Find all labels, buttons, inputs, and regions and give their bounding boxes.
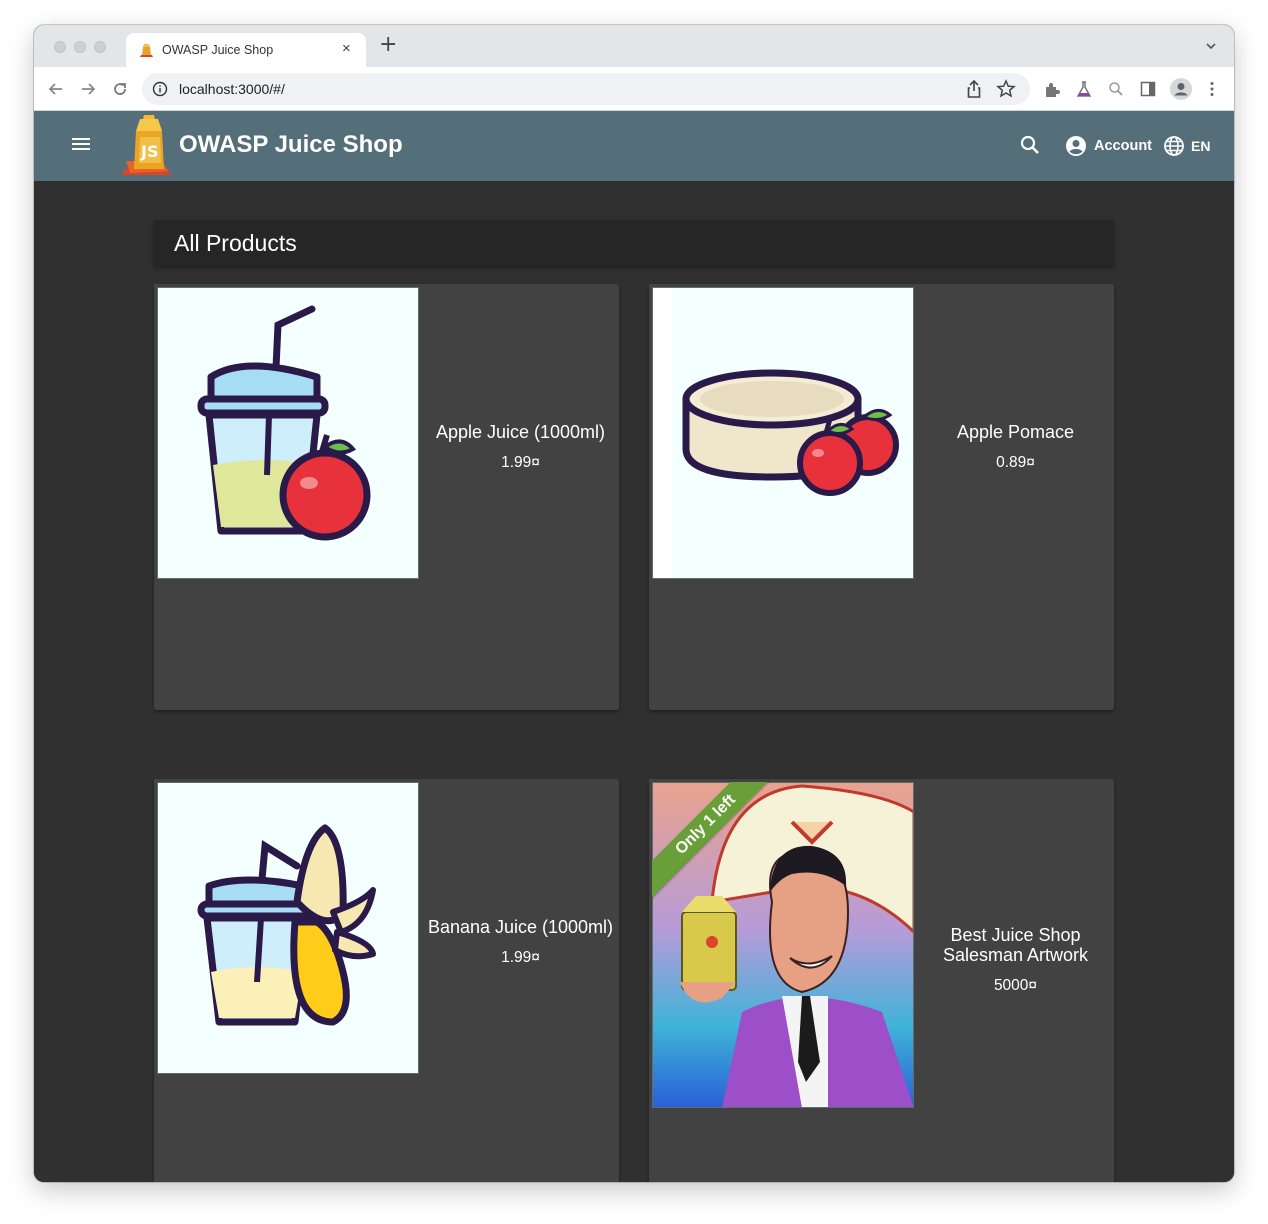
app-title[interactable]: OWASP Juice Shop (179, 131, 403, 159)
new-tab-button[interactable]: + (379, 34, 397, 56)
side-panel-icon[interactable] (1138, 79, 1158, 99)
product-card[interactable]: Banana Juice (1000ml) 1.99¤ (154, 779, 619, 1182)
language-button[interactable]: EN (1162, 132, 1210, 160)
bookmark-star-icon[interactable] (996, 79, 1016, 99)
reload-icon[interactable] (110, 79, 130, 99)
juice-shop-favicon-icon (140, 44, 153, 57)
banana-juice-icon (197, 824, 376, 1026)
product-price: 5000¤ (993, 977, 1038, 994)
back-arrow-icon[interactable] (46, 79, 66, 99)
product-price: 1.99¤ (501, 949, 540, 966)
app-header: JS OWASP Juice Shop Account EN (34, 111, 1234, 181)
forward-arrow-icon[interactable] (78, 79, 98, 99)
product-info: Best Juice Shop Salesman Artwork 5000¤ (917, 925, 1114, 995)
product-info: Apple Pomace 0.89¤ (917, 422, 1114, 472)
product-card[interactable]: Only 1 left Best Juice Shop Salesman Art… (649, 779, 1114, 1182)
profile-avatar-icon[interactable] (1169, 77, 1193, 101)
product-card[interactable]: Apple Juice (1000ml) 1.99¤ (154, 284, 619, 710)
account-circle-icon (1066, 136, 1086, 156)
apple-pomace-icon (652, 287, 899, 579)
product-info: Apple Juice (1000ml) 1.99¤ (422, 422, 619, 472)
product-info: Banana Juice (1000ml) 1.99¤ (422, 917, 619, 967)
product-list-header: All Products (154, 220, 1114, 266)
close-window-button[interactable] (54, 41, 66, 53)
zoom-window-button[interactable] (94, 41, 106, 53)
page-title: All Products (174, 230, 297, 256)
product-image (154, 284, 422, 582)
browser-toolbar: localhost:3000/#/ (34, 67, 1234, 111)
browser-tab[interactable]: OWASP Juice Shop × (126, 33, 366, 67)
account-button[interactable]: Account (1064, 132, 1152, 160)
product-name: Apple Pomace (956, 422, 1075, 442)
apple-juice-icon (197, 305, 371, 541)
product-card[interactable]: Apple Pomace 0.89¤ (649, 284, 1114, 710)
product-image: Only 1 left (649, 779, 917, 1111)
site-info-icon[interactable] (152, 81, 168, 97)
tab-strip: OWASP Juice Shop × + (34, 25, 1234, 67)
url-text[interactable]: localhost:3000/#/ (179, 81, 285, 97)
search-icon[interactable] (1018, 133, 1042, 157)
more-vert-icon[interactable] (1202, 79, 1222, 99)
share-icon[interactable] (964, 79, 984, 99)
product-image (154, 779, 422, 1077)
minimize-window-button[interactable] (74, 41, 86, 53)
extensions-icon[interactable] (1042, 79, 1062, 99)
product-name: Apple Juice (1000ml) (435, 422, 606, 442)
product-name: Banana Juice (1000ml) (427, 917, 614, 937)
address-bar[interactable]: localhost:3000/#/ (142, 73, 1030, 105)
chevron-down-icon[interactable] (1204, 39, 1218, 53)
sidenav-menu-button[interactable] (70, 135, 94, 157)
globe-icon (1164, 136, 1184, 156)
tab-title: OWASP Juice Shop (162, 43, 274, 57)
tab-close-icon[interactable]: × (342, 40, 351, 58)
main-content: All Products Apple Juice (1000ml) 1.99¤ … (34, 181, 1234, 1182)
zoom-magnifier-icon[interactable] (1106, 79, 1126, 99)
account-label: Account (1094, 138, 1152, 154)
language-label: EN (1191, 138, 1211, 154)
juice-shop-logo-icon[interactable]: JS (122, 115, 174, 175)
svg-text:JS: JS (140, 142, 158, 161)
labs-flask-icon[interactable] (1074, 79, 1094, 99)
browser-window: OWASP Juice Shop × + localhost:3000/#/ J… (34, 25, 1234, 1182)
product-price: 0.89¤ (996, 454, 1035, 471)
product-image (649, 284, 917, 582)
product-name: Best Juice Shop Salesman Artwork (942, 925, 1089, 965)
product-price: 1.99¤ (501, 454, 540, 471)
